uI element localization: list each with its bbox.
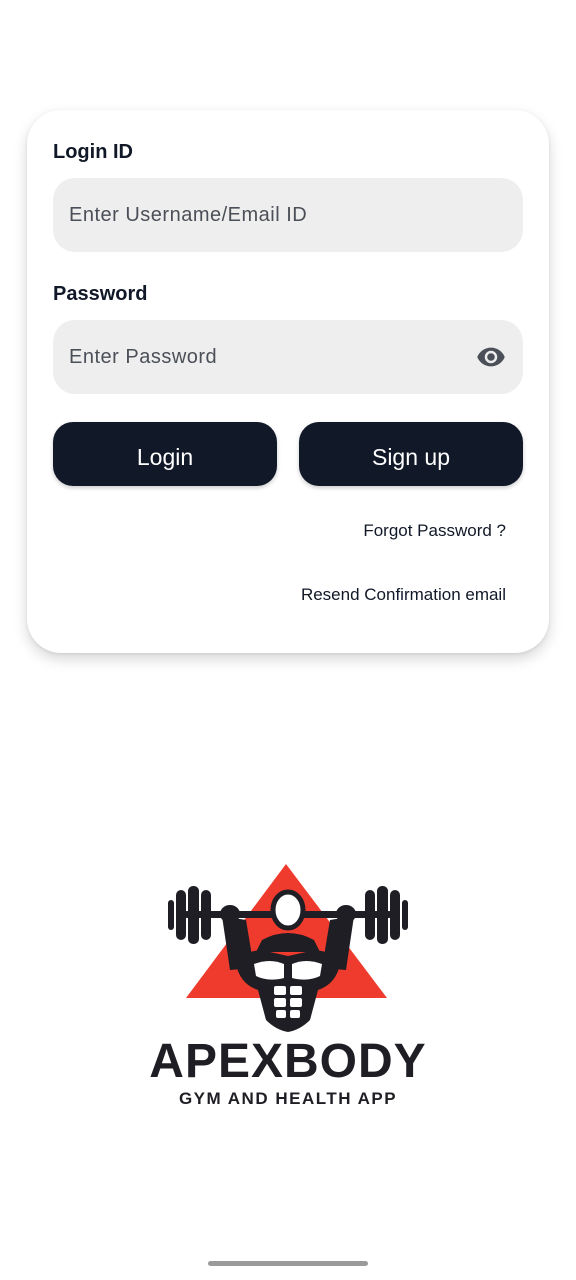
login-id-input[interactable]	[69, 203, 507, 227]
password-input[interactable]	[69, 345, 475, 369]
home-indicator[interactable]	[208, 1261, 368, 1266]
signup-button[interactable]: Sign up	[299, 422, 523, 486]
login-button[interactable]: Login	[53, 422, 277, 486]
login-id-label: Login ID	[53, 141, 133, 163]
brand-tagline: GYM AND HEALTH APP	[178, 1089, 398, 1108]
password-label: Password	[53, 283, 148, 305]
forgot-password-link[interactable]: Forgot Password ?	[363, 521, 506, 541]
eye-icon[interactable]	[475, 341, 507, 373]
login-card: Login ID Password Login Sign up Forgot P…	[27, 110, 549, 653]
resend-confirmation-link[interactable]: Resend Confirmation email	[301, 585, 506, 605]
brand-name: APEXBODY	[149, 1035, 427, 1088]
login-id-field[interactable]	[53, 178, 523, 252]
password-field[interactable]	[53, 320, 523, 394]
